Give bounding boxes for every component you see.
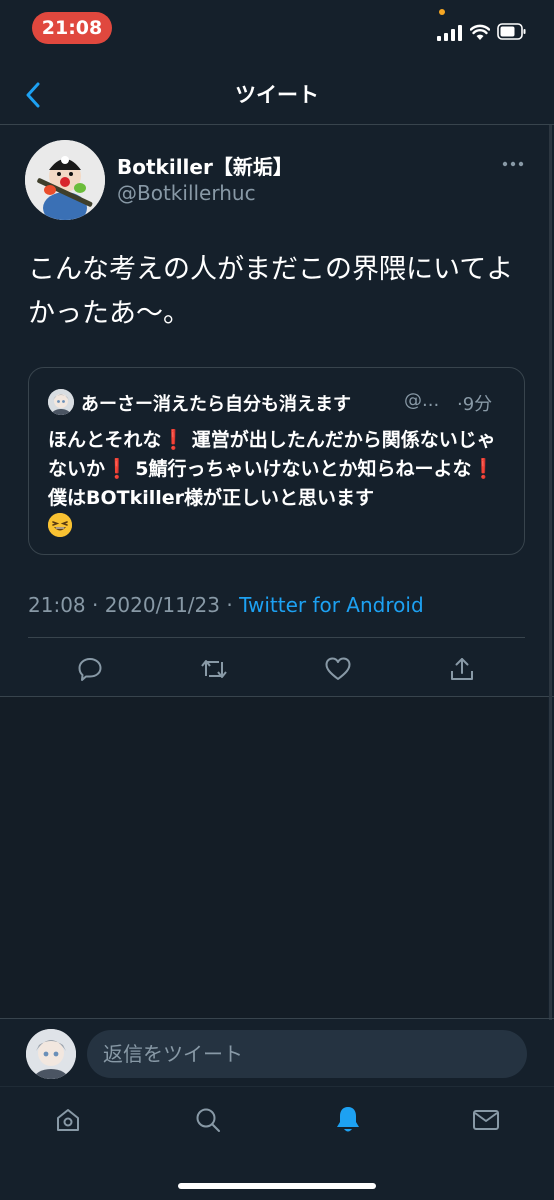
avatar[interactable]: [25, 140, 105, 220]
nav-divider: [0, 124, 554, 125]
user-handle[interactable]: @Botkillerhuc: [117, 181, 256, 205]
timestamp-text: 21:08 · 2020/11/23 ·: [28, 593, 240, 617]
empty-replies-area: [0, 697, 548, 1019]
quoted-handle: @...: [404, 390, 440, 411]
search-icon[interactable]: [188, 1100, 228, 1140]
quoted-tweet-card[interactable]: あーさー消えたら自分も消えます @... ·9分 ほんとそれな❗ 運営が出したん…: [28, 367, 525, 555]
tabbar-divider: [0, 1086, 554, 1087]
exclamation-emoji: ❗: [471, 458, 496, 480]
reply-divider: [0, 1018, 554, 1019]
home-icon[interactable]: [48, 1100, 88, 1140]
exclamation-emoji: ❗: [105, 458, 129, 480]
back-chevron-icon[interactable]: [16, 78, 50, 112]
current-user-avatar: [26, 1029, 76, 1079]
exclamation-emoji: ❗: [161, 429, 186, 451]
quoted-tweet-text: ほんとそれな❗ 運営が出したんだから関係ないじゃないか❗ 5鯖行っちゃいけないと…: [48, 426, 510, 542]
more-options-icon[interactable]: [498, 152, 528, 176]
mic-indicator-dot: [439, 9, 445, 15]
messages-icon[interactable]: [466, 1100, 506, 1140]
home-indicator: [178, 1183, 376, 1189]
share-icon[interactable]: [444, 651, 480, 687]
quoted-display-name: あーさー消えたら自分も消えます: [81, 394, 351, 415]
display-name[interactable]: Botkiller【新垢】: [117, 151, 293, 180]
source-link[interactable]: Twitter for Android: [239, 593, 424, 617]
quoted-text-segment: ほんとそれな: [48, 429, 162, 451]
scrollbar-track: [549, 125, 552, 1020]
quoted-time: ·9分: [457, 394, 493, 415]
signal-icon: [437, 25, 463, 41]
stats-divider: [28, 637, 525, 638]
reply-icon[interactable]: [72, 651, 108, 687]
grinning-squinting-face-icon: [48, 513, 72, 537]
tweet-timestamp: 21:08 · 2020/11/23 · Twitter for Android: [28, 593, 424, 617]
retweet-icon[interactable]: [196, 651, 232, 687]
wifi-icon: [470, 24, 490, 41]
quoted-avatar: [48, 389, 74, 415]
tweet-text: こんな考えの人がまだこの界隈にいてよかったあ〜。: [28, 254, 514, 329]
quoted-text-segment: 僕はBOTkiller様が正しいと思います: [48, 487, 375, 509]
notifications-icon[interactable]: [328, 1100, 368, 1140]
page-title: ツイート: [235, 83, 319, 107]
like-icon[interactable]: [320, 651, 356, 687]
quoted-text-segment: 5鯖行っちゃいけないとか知らねーよな: [128, 458, 472, 480]
status-time: 21:08: [32, 12, 112, 44]
battery-icon: [497, 22, 527, 42]
reply-input[interactable]: 返信をツイート: [87, 1030, 527, 1078]
